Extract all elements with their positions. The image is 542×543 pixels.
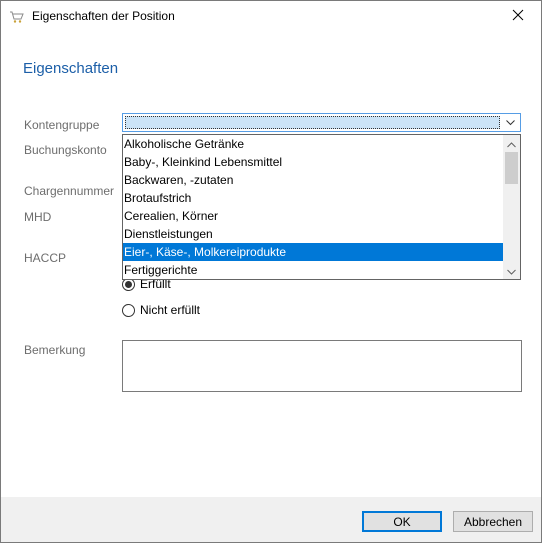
kontengruppe-label: Kontengruppe <box>24 118 100 132</box>
haccp-nicht-erfuellt-radio[interactable]: Nicht erfüllt <box>122 302 200 318</box>
radio-label: Nicht erfüllt <box>140 303 201 317</box>
bemerkung-label: Bemerkung <box>24 343 86 357</box>
title-bar: Eigenschaften der Position <box>1 1 541 32</box>
chevron-up-icon <box>507 135 516 153</box>
scrollbar-thumb[interactable] <box>505 152 518 184</box>
mhd-label: MHD <box>24 210 52 224</box>
dropdown-option[interactable]: Brotaufstrich <box>123 189 504 207</box>
dropdown-option[interactable]: Baby-, Kleinkind Lebensmittel <box>123 153 504 171</box>
section-heading: Eigenschaften <box>23 60 119 77</box>
dropdown-option-highlighted[interactable]: Eier-, Käse-, Molkereiprodukte <box>123 243 504 261</box>
shopping-cart-icon <box>9 10 25 24</box>
haccp-label: HACCP <box>24 251 67 265</box>
chevron-down-icon <box>507 262 516 280</box>
window-title: Eigenschaften der Position <box>32 9 175 23</box>
close-icon <box>512 8 524 26</box>
close-button[interactable] <box>495 1 541 32</box>
chargennummer-label: Chargennummer <box>24 184 115 198</box>
ok-button[interactable]: OK <box>362 511 442 532</box>
chevron-down-icon[interactable] <box>501 114 520 131</box>
dialog-footer: OK Abbrechen <box>1 497 541 542</box>
scroll-up-button[interactable] <box>503 135 520 152</box>
combobox-value <box>125 116 500 129</box>
radio-indicator <box>122 303 135 317</box>
buchungskonto-label: Buchungskonto <box>24 143 107 157</box>
dropdown-option[interactable]: Dienstleistungen <box>123 225 504 243</box>
cancel-button[interactable]: Abbrechen <box>453 511 533 532</box>
bemerkung-textarea[interactable] <box>122 340 522 392</box>
dropdown-option[interactable]: Alkoholische Getränke <box>123 135 504 153</box>
dropdown-scrollbar[interactable] <box>503 135 520 279</box>
dropdown-option[interactable]: Cerealien, Körner <box>123 207 504 225</box>
kontengruppe-combobox[interactable] <box>122 113 521 132</box>
kontengruppe-dropdown-list: Alkoholische Getränke Baby-, Kleinkind L… <box>122 134 521 280</box>
scroll-down-button[interactable] <box>503 262 520 279</box>
dropdown-option[interactable]: Backwaren, -zutaten <box>123 171 504 189</box>
properties-dialog: Eigenschaften der Position Eigenschaften… <box>0 0 542 543</box>
dropdown-option[interactable]: Fertiggerichte <box>123 261 504 279</box>
